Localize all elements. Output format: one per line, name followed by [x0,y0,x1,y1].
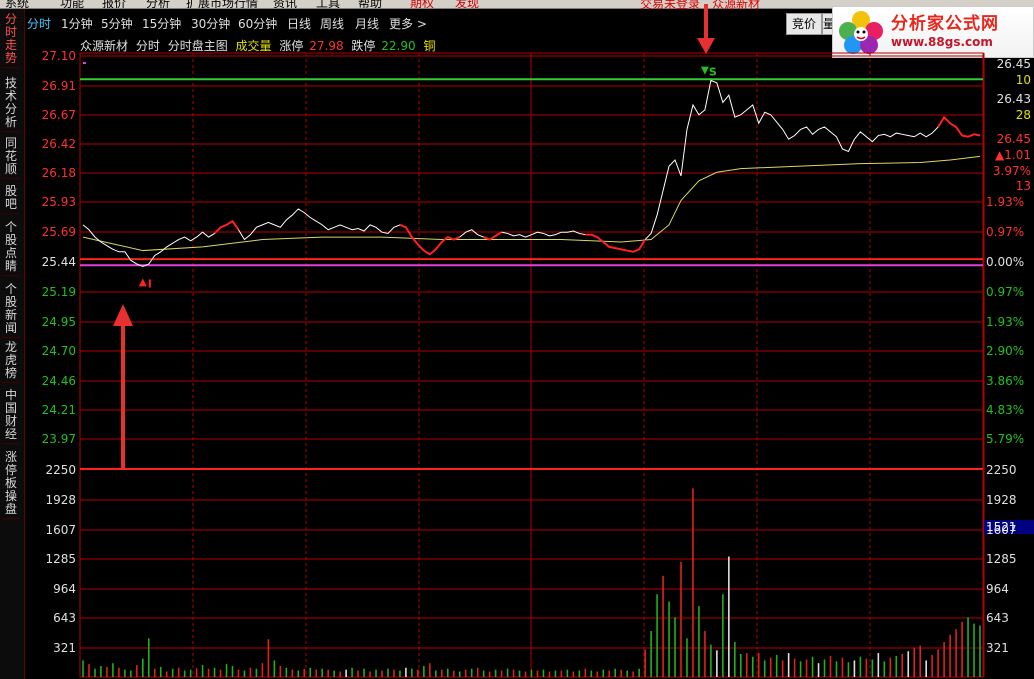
pct-axis-label: 3.86% [986,374,1025,388]
pct-axis-label: 1.93% [986,315,1025,329]
volume-axis-label-left: 1607 [45,523,76,537]
quote-value: 26.45 [996,57,1031,71]
quote-value: 13 [1015,179,1031,193]
quote-value: 10 [1015,73,1031,87]
price-line-highlight [483,231,503,241]
quote-value: 3.97% [992,164,1031,178]
small-marker [83,62,86,64]
quote-value: 26.45 [996,132,1031,146]
intraday-chart[interactable]: IS [0,0,1034,679]
pct-axis-label: 0.00% [986,255,1025,269]
price-axis-label: 24.70 [41,344,76,358]
volume-axis-label-right: 1928 [986,493,1017,507]
price-axis-label: 25.19 [41,285,76,299]
buy-signal-icon [138,278,147,287]
volume-axis-label-right: 321 [986,641,1009,655]
price-line-highlight [585,233,646,253]
price-axis-label: 26.91 [41,79,76,93]
volume-axis-label-right: 1607 [986,523,1017,537]
volume-axis-label-left: 1928 [45,493,76,507]
pct-axis-label: 2.90% [986,344,1025,358]
price-line-highlight [937,115,981,138]
volume-axis-label-right: 1285 [986,552,1017,566]
sell-signal-icon [700,66,709,75]
volume-axis-label-left: 1285 [45,552,76,566]
price-axis-label: 24.95 [41,315,76,329]
pct-axis-label: 0.97% [986,225,1025,239]
volume-axis-label-right: 2250 [986,463,1017,477]
price-axis-label: 24.21 [41,403,76,417]
volume-axis-label-left: 964 [53,582,76,596]
volume-axis-label-left: 321 [53,641,76,655]
volume-axis-label-left: 643 [53,611,76,625]
pct-axis-label: 5.79% [986,432,1025,446]
volume-axis-label-left: 2250 [45,463,76,477]
annotation-arrowhead-up [113,304,133,326]
volume-axis-label-right: 643 [986,611,1009,625]
volume-axis-label-right: 964 [986,582,1009,596]
price-axis-label: 25.93 [41,195,76,209]
price-axis-label: 26.18 [41,166,76,180]
annotation-arrowhead-down [697,38,715,54]
price-axis-label: 25.69 [41,225,76,239]
price-axis-label: 26.42 [41,137,76,151]
price-axis-label: 27.10 [41,49,76,63]
pct-axis-label: 0.97% [986,285,1025,299]
quote-value: ▲1.01 [995,148,1031,162]
quote-value: 28 [1015,108,1031,122]
pct-axis-label: 1.93% [986,195,1025,209]
price-axis-label: 26.67 [41,108,76,122]
price-axis-label: 23.97 [41,432,76,446]
quote-value: 26.43 [996,92,1031,106]
price-axis-label: 24.46 [41,374,76,388]
sell-signal-label: S [709,66,717,79]
pct-axis-label: 4.83% [986,403,1025,417]
price-axis-label: 25.44 [41,255,76,269]
buy-signal-label: I [148,277,152,290]
